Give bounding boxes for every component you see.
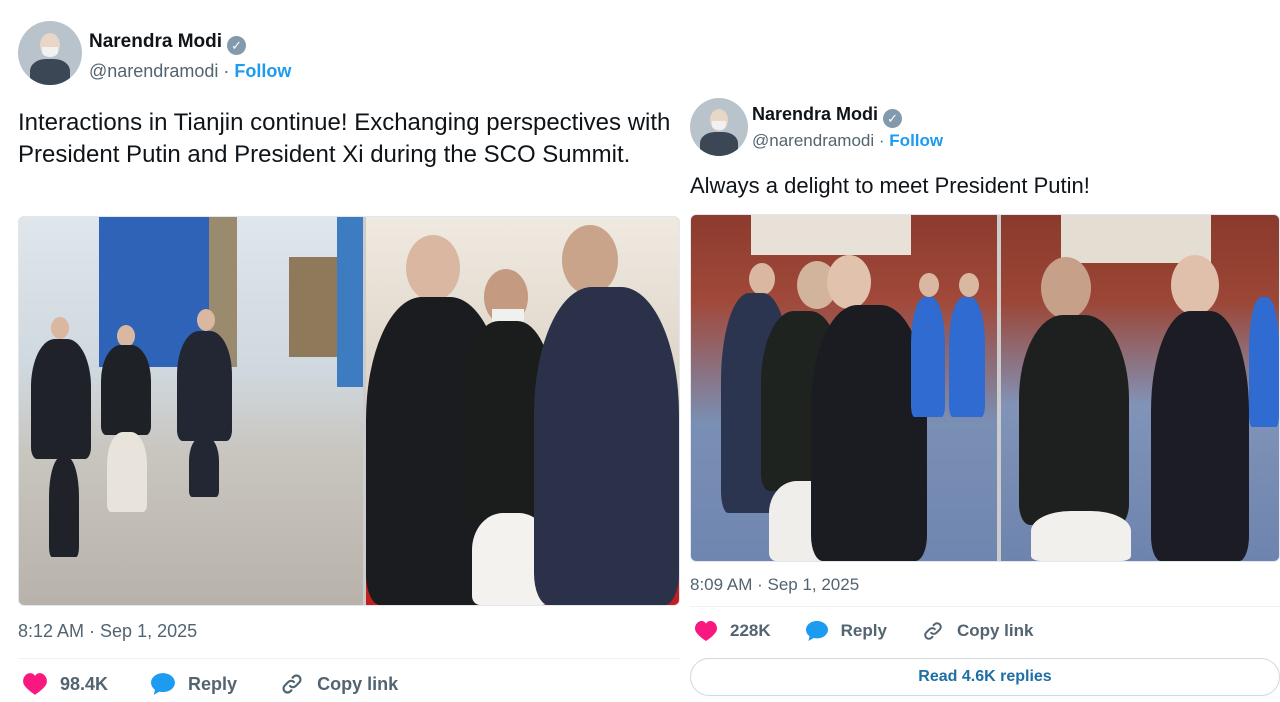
read-replies-button[interactable]: Read 4.6K replies bbox=[690, 658, 1280, 696]
tweet-timestamp[interactable]: 8:12 AM · Sep 1, 2025 bbox=[18, 621, 197, 642]
tweet-media[interactable] bbox=[18, 216, 680, 606]
tweet-photo-1[interactable] bbox=[691, 215, 997, 561]
tweet-photo-2[interactable] bbox=[1001, 215, 1279, 561]
tweet-actions: 228K Reply Copy link bbox=[694, 620, 1075, 642]
tweet-photo-1[interactable] bbox=[19, 217, 363, 605]
tweet-media[interactable] bbox=[690, 214, 1280, 562]
reply-label: Reply bbox=[188, 673, 238, 694]
reply-button[interactable]: Reply bbox=[150, 672, 237, 696]
tweet-card-right: Narendra Modi ✓ @narendramodi · Follow Al… bbox=[682, 88, 1280, 702]
author-handle[interactable]: @narendramodi bbox=[89, 61, 218, 81]
copy-link-label: Copy link bbox=[317, 673, 399, 694]
author-handle-line: @narendramodi · Follow bbox=[89, 61, 291, 82]
separator: · bbox=[878, 131, 885, 150]
heart-icon bbox=[23, 673, 47, 695]
link-icon bbox=[282, 674, 302, 694]
copy-link-button[interactable]: Copy link bbox=[921, 620, 1034, 642]
like-count: 98.4K bbox=[60, 673, 109, 694]
avatar[interactable] bbox=[18, 21, 82, 85]
tweet-text: Always a delight to meet President Putin… bbox=[690, 173, 1090, 198]
author-handle[interactable]: @narendramodi bbox=[752, 131, 874, 150]
tweet-photo-2[interactable] bbox=[366, 217, 679, 605]
verified-badge-icon: ✓ bbox=[883, 109, 903, 128]
like-count: 228K bbox=[730, 621, 771, 640]
tweet-actions: 98.4K Reply Copy link bbox=[22, 672, 440, 696]
tweet-text: Interactions in Tianjin continue! Exchan… bbox=[18, 109, 678, 168]
reply-label: Reply bbox=[840, 621, 887, 640]
reply-bubble-icon bbox=[805, 621, 828, 641]
follow-button[interactable]: Follow bbox=[234, 61, 291, 81]
divider bbox=[18, 658, 680, 659]
copy-link-button[interactable]: Copy link bbox=[279, 672, 398, 696]
author-name[interactable]: Narendra Modi ✓ bbox=[89, 31, 247, 55]
like-button[interactable]: 98.4K bbox=[22, 672, 108, 696]
tweet-card-left: Narendra Modi ✓ @narendramodi · Follow In… bbox=[0, 0, 690, 702]
verified-badge-icon: ✓ bbox=[227, 36, 247, 55]
heart-icon bbox=[695, 621, 717, 641]
copy-link-label: Copy link bbox=[956, 621, 1034, 640]
tweet-timestamp[interactable]: 8:09 AM · Sep 1, 2025 bbox=[690, 575, 859, 595]
reply-button[interactable]: Reply bbox=[805, 620, 887, 642]
separator: · bbox=[223, 61, 230, 81]
author-handle-line: @narendramodi · Follow bbox=[752, 131, 943, 151]
like-button[interactable]: 228K bbox=[694, 620, 771, 642]
link-icon bbox=[924, 622, 942, 640]
avatar[interactable] bbox=[690, 98, 748, 156]
reply-bubble-icon bbox=[151, 673, 175, 695]
divider bbox=[690, 606, 1280, 607]
author-name[interactable]: Narendra Modi ✓ bbox=[752, 104, 903, 128]
follow-button[interactable]: Follow bbox=[889, 131, 943, 150]
